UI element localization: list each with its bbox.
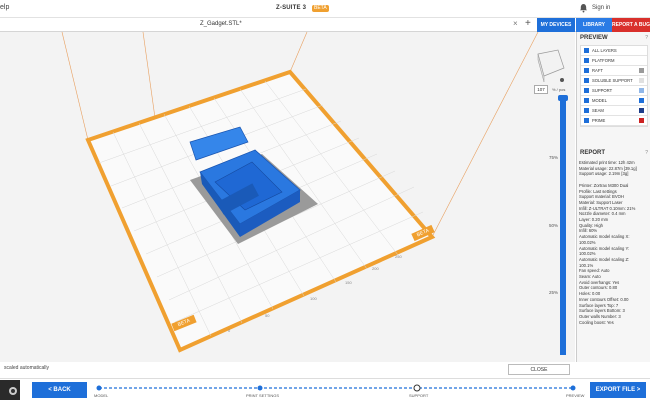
preview-item-model[interactable]: MODEL: [581, 96, 647, 106]
help-icon[interactable]: ?: [645, 35, 648, 41]
preview-item-label: SUPPORT: [592, 88, 613, 93]
close-button[interactable]: CLOSE: [508, 364, 570, 375]
checkbox-icon[interactable]: [584, 108, 589, 113]
menu-help[interactable]: elp: [0, 4, 9, 11]
report-lines: Estimated print time: 12h 42m Material us…: [579, 160, 649, 325]
preview-item-prime[interactable]: PRIME: [581, 116, 647, 126]
color-swatch[interactable]: [639, 68, 644, 73]
checkbox-icon[interactable]: [584, 68, 589, 73]
help-icon[interactable]: ?: [645, 150, 648, 156]
preview-item-label: ALL LAYERS: [592, 48, 617, 53]
layer-slider-handle[interactable]: [558, 95, 568, 101]
checkbox-icon[interactable]: [584, 118, 589, 123]
preview-item-label: MODEL: [592, 98, 607, 103]
preview-item-label: RAFT: [592, 68, 603, 73]
preview-item-platform[interactable]: PLATFORM: [581, 56, 647, 66]
beta-badge: BETA: [312, 5, 329, 12]
layer-tick-label: 25%: [549, 290, 559, 295]
step-label-print-settings[interactable]: PRINT SETTINGS: [246, 393, 279, 398]
checkbox-icon[interactable]: [584, 48, 589, 53]
layer-slider-track[interactable]: [560, 100, 566, 355]
checkbox-icon[interactable]: [584, 98, 589, 103]
sign-in-link[interactable]: Sign in: [592, 5, 610, 11]
preview-title: PREVIEW: [580, 35, 608, 41]
layer-tick-label: 75%: [549, 155, 559, 160]
preview-item-soluble-support[interactable]: SOLUBLE SUPPORT: [581, 76, 647, 86]
layer-value-input[interactable]: 107: [534, 85, 548, 94]
step-dot: [96, 385, 102, 391]
my-devices-button[interactable]: MY DEVICES: [537, 18, 575, 32]
report-bug-button[interactable]: REPORT A BUG: [612, 18, 650, 32]
step-label-preview[interactable]: PREVIEW: [566, 393, 584, 398]
preview-item-support[interactable]: SUPPORT: [581, 86, 647, 96]
auto-scale-note: scaled automatically: [4, 365, 50, 371]
color-swatch[interactable]: [639, 88, 644, 93]
scene: 100150200 250500: [61, 32, 539, 353]
svg-text:200: 200: [372, 266, 379, 271]
preview-section: PREVIEW ? ALL LAYERS PLATFORM RAFT SOLUBLE …: [580, 35, 648, 127]
color-swatch[interactable]: [639, 78, 644, 83]
camera-icon[interactable]: [0, 380, 20, 400]
preview-item-label: PLATFORM: [592, 58, 615, 63]
preview-item-seam[interactable]: SEAM: [581, 106, 647, 116]
preview-item-raft[interactable]: RAFT: [581, 66, 647, 76]
step-label-support[interactable]: SUPPORT: [409, 393, 428, 398]
step-label-model[interactable]: MODEL: [94, 393, 108, 398]
step-progress: [96, 384, 576, 392]
step-dot-current: [413, 384, 421, 392]
export-file-button[interactable]: EXPORT FILE >: [590, 382, 646, 398]
view-cube-icon[interactable]: [534, 46, 566, 84]
preview-item-label: PRIME: [592, 118, 606, 123]
notification-bell-icon[interactable]: [579, 3, 588, 13]
app-title: Z-SUITE 3: [276, 5, 307, 11]
add-tab-button[interactable]: +: [525, 18, 531, 29]
preview-item-all-layers[interactable]: ALL LAYERS: [581, 46, 647, 56]
color-swatch[interactable]: [639, 98, 644, 103]
step-dot: [570, 385, 576, 391]
checkbox-icon[interactable]: [584, 58, 589, 63]
svg-text:250: 250: [395, 254, 402, 259]
3d-viewport[interactable]: 100 150 200 250 50 0 BETA BETA 107 % / pos 7…: [0, 32, 575, 362]
library-button[interactable]: LIBRARY: [576, 18, 612, 32]
layer-tick-label: 50%: [549, 223, 559, 228]
back-button[interactable]: < BACK: [32, 382, 87, 398]
color-swatch[interactable]: [639, 108, 644, 113]
report-title: REPORT: [580, 150, 606, 156]
svg-text:100: 100: [310, 296, 317, 301]
layer-unit: % / pos: [552, 87, 566, 92]
checkbox-icon[interactable]: [584, 78, 589, 83]
checkbox-icon[interactable]: [584, 88, 589, 93]
tab-close-icon[interactable]: ×: [513, 19, 518, 28]
tab-file[interactable]: Z_Gadget.STL*: [200, 21, 242, 27]
preview-item-label: SOLUBLE SUPPORT: [592, 78, 633, 83]
preview-item-label: SEAM: [592, 108, 604, 113]
step-dot: [257, 385, 263, 391]
svg-text:50: 50: [265, 313, 270, 318]
svg-text:150: 150: [345, 280, 352, 285]
color-swatch[interactable]: [639, 118, 644, 123]
report-header: REPORT ?: [580, 150, 648, 156]
preview-layer-list: ALL LAYERS PLATFORM RAFT SOLUBLE SUPPORT SUP…: [580, 45, 648, 127]
report-line: Cooling boost: Yes: [579, 319, 614, 325]
